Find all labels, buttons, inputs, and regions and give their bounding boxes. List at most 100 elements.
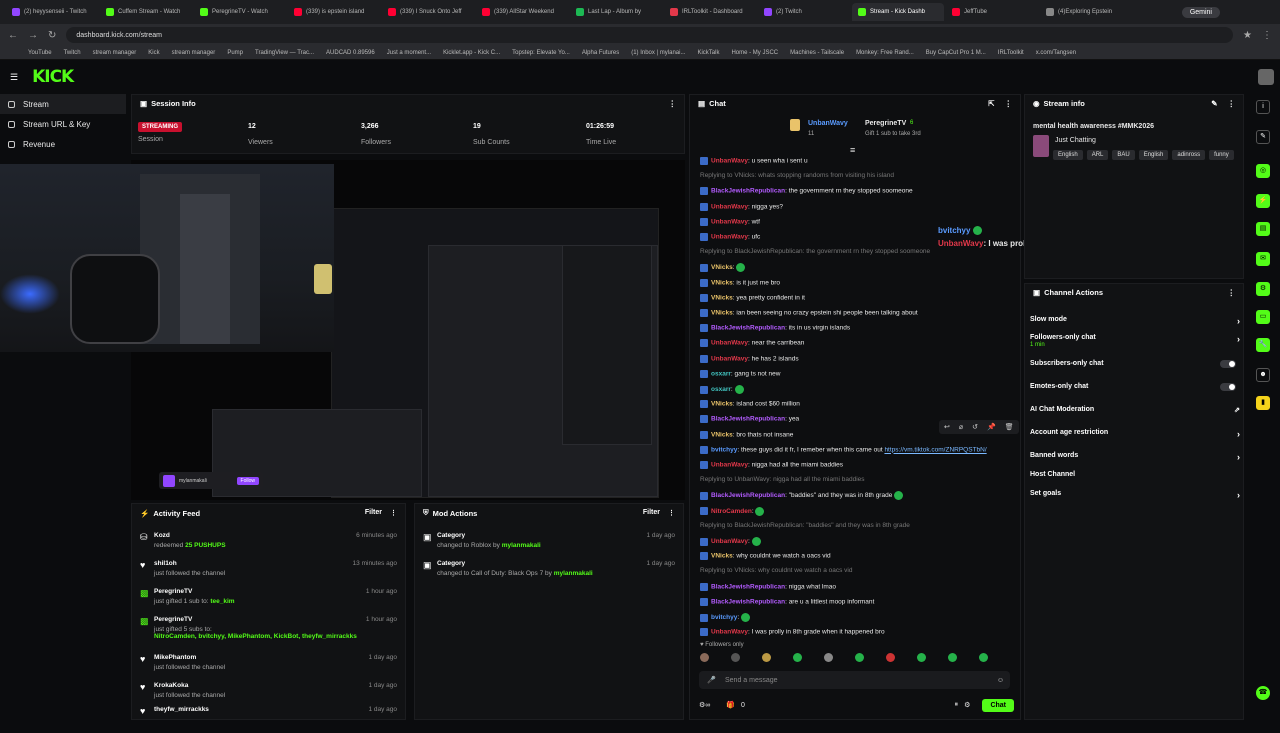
chat-username[interactable]: UnbanWavy bbox=[711, 234, 748, 241]
sidebar-item-revenue[interactable]: Revenue bbox=[0, 134, 126, 154]
sidebar-item-stream[interactable]: Stream bbox=[0, 94, 126, 114]
toggle-switch[interactable] bbox=[1220, 383, 1236, 391]
bookmark-item[interactable]: Home - My JSCC bbox=[731, 50, 778, 56]
more-options-icon[interactable]: ⋮ bbox=[1228, 288, 1236, 297]
chevron-right-icon[interactable]: › bbox=[1237, 490, 1240, 500]
more-options-icon[interactable]: ⋮ bbox=[390, 509, 397, 517]
chat-username[interactable]: bvitchyy bbox=[711, 614, 737, 621]
gift-icon[interactable]: 🎁 bbox=[726, 701, 735, 709]
bookmark-item[interactable]: Pump bbox=[227, 50, 243, 56]
chat-username[interactable]: BlackJewishRepublican bbox=[711, 583, 785, 590]
channel-action-ai-chat-moderation[interactable]: AI Chat Moderation ⇗ bbox=[1030, 406, 1240, 414]
bookmark-item[interactable]: stream manager bbox=[93, 50, 137, 56]
more-options-icon[interactable]: ⋮ bbox=[669, 99, 677, 108]
more-options-icon[interactable]: ⋮ bbox=[1228, 99, 1236, 108]
chat-username[interactable]: BlackJewishRepublican bbox=[711, 416, 785, 423]
browser-tab[interactable]: (4)Exploring Epstein bbox=[1040, 3, 1132, 21]
info-icon[interactable]: i bbox=[1256, 100, 1270, 114]
chat-username[interactable]: UnbanWavy bbox=[711, 340, 748, 347]
activity-user[interactable]: theyfw_mirrackks bbox=[154, 706, 209, 713]
more-options-icon[interactable]: ⋮ bbox=[668, 509, 675, 517]
bookmark-item[interactable]: Kick bbox=[148, 50, 159, 56]
activity-user[interactable]: KrokaKoka bbox=[154, 682, 188, 689]
activity-user[interactable]: Kozd bbox=[154, 532, 170, 539]
channel-action-account-age-restriction[interactable]: Account age restriction › bbox=[1030, 429, 1240, 439]
chat-username[interactable]: VNicks bbox=[711, 401, 733, 408]
bookmark-item[interactable]: AUDCAD 0.89596 bbox=[326, 50, 375, 56]
popout-icon[interactable]: ⇱ bbox=[988, 99, 994, 108]
browser-tab[interactable]: (2) Twitch bbox=[758, 3, 850, 21]
chat-username[interactable]: osxarr bbox=[711, 371, 731, 378]
bookmark-item[interactable]: Just a moment... bbox=[387, 50, 431, 56]
browser-tab[interactable]: (2) heyysenseii - Twitch bbox=[6, 3, 98, 21]
bookmark-item[interactable]: Machines - Tailscale bbox=[790, 50, 844, 56]
settings-emote-icon[interactable]: ⚙∞ bbox=[699, 701, 710, 709]
channel-action-subscribers-only-chat[interactable]: Subscribers-only chat bbox=[1030, 360, 1240, 368]
chat-username[interactable]: UnbanWavy bbox=[711, 355, 748, 362]
mod-filter-button[interactable]: Filter bbox=[643, 509, 660, 517]
lightning-icon[interactable]: ⚡ bbox=[1256, 194, 1270, 208]
browser-menu-icon[interactable]: ⋮ bbox=[1262, 30, 1272, 41]
bookmark-item[interactable]: Twitch bbox=[64, 50, 81, 56]
channel-action-host-channel[interactable]: Host Channel bbox=[1030, 471, 1240, 478]
emoji-icon[interactable]: ☺ bbox=[997, 677, 1004, 684]
chat-link[interactable]: https://vm.tiktok.com/ZNRPQSTbN/ bbox=[884, 447, 986, 454]
chevron-right-icon[interactable]: › bbox=[1237, 452, 1240, 462]
pin-icon[interactable]: 📌 bbox=[987, 423, 996, 431]
chat-username[interactable]: VNicks bbox=[711, 295, 733, 302]
sidebar-item-stream-url-key[interactable]: Stream URL & Key bbox=[0, 114, 126, 134]
activity-filter-button[interactable]: Filter bbox=[365, 509, 382, 517]
chat-username[interactable]: UnbanWavy bbox=[711, 538, 748, 545]
chat-username[interactable]: UnbanWavy bbox=[711, 158, 748, 165]
browser-tab[interactable]: Cuffem Stream - Watch bbox=[100, 3, 192, 21]
bookmark-item[interactable]: Topstep: Elevate Yo... bbox=[512, 50, 570, 56]
chat-username[interactable]: osxarr bbox=[711, 386, 731, 393]
chevron-right-icon[interactable]: › bbox=[1237, 334, 1240, 344]
chat-username[interactable]: bvitchyy bbox=[711, 447, 737, 454]
channel-action-followers-only-chat[interactable]: Followers-only chat 1 min › bbox=[1030, 334, 1240, 348]
chat-username[interactable]: VNicks bbox=[711, 310, 733, 317]
channel-action-emotes-only-chat[interactable]: Emotes-only chat bbox=[1030, 383, 1240, 391]
bookmark-star-icon[interactable]: ★ bbox=[1243, 30, 1252, 41]
chat-username[interactable]: UnbanWavy bbox=[711, 462, 748, 469]
mic-icon[interactable]: 🎤 bbox=[707, 676, 716, 684]
bookmark-item[interactable]: KickTalk bbox=[697, 50, 719, 56]
bookmark-item[interactable]: Buy CapCut Pro 1 M... bbox=[926, 50, 986, 56]
activity-user[interactable]: MikePhantom bbox=[154, 654, 196, 661]
reload-icon[interactable]: ↻ bbox=[48, 30, 56, 41]
browser-tab[interactable]: JeffTube bbox=[946, 3, 1038, 21]
bookmark-item[interactable]: x.com/Tangsen bbox=[1036, 50, 1076, 56]
browser-tab[interactable]: Last Lap - Album by bbox=[570, 3, 662, 21]
chat-username[interactable]: VNicks bbox=[711, 553, 733, 560]
back-icon[interactable]: ← bbox=[8, 30, 18, 41]
chevron-right-icon[interactable]: › bbox=[1237, 316, 1240, 326]
external-link-icon[interactable]: ⇗ bbox=[1234, 406, 1240, 414]
screen-icon[interactable]: ▭ bbox=[1256, 310, 1270, 324]
browser-tab[interactable]: (339) AllStar Weekend bbox=[476, 3, 568, 21]
chat-settings-icon[interactable]: ⚙ bbox=[964, 701, 970, 709]
chat-username[interactable]: VNicks bbox=[711, 265, 733, 272]
bookmark-icon[interactable]: ▮ bbox=[1256, 396, 1270, 410]
chat-username[interactable]: BlackJewishRepublican bbox=[711, 325, 785, 332]
forward-icon[interactable]: → bbox=[28, 30, 38, 41]
hamburger-menu-icon[interactable]: ☰ bbox=[10, 72, 18, 83]
bookmark-item[interactable]: YouTube bbox=[28, 50, 52, 56]
browser-tab[interactable]: PeregrineTV - Watch bbox=[194, 3, 286, 21]
browser-tab[interactable]: IRLToolkit - Dashboard bbox=[664, 3, 756, 21]
reply-icon[interactable]: ↩ bbox=[944, 423, 950, 431]
browser-tab[interactable]: Stream - Kick Dashb bbox=[852, 3, 944, 21]
delete-icon[interactable]: 🗑 bbox=[1005, 423, 1014, 431]
activity-user[interactable]: shil1oh bbox=[154, 560, 177, 567]
channel-action-slow-mode[interactable]: Slow mode › bbox=[1030, 316, 1240, 326]
browser-tab[interactable]: (339) is epstein island bbox=[288, 3, 380, 21]
bookmark-item[interactable]: IRLToolkit bbox=[998, 50, 1024, 56]
gemini-button[interactable]: Gemini bbox=[1181, 6, 1220, 18]
address-input[interactable]: dashboard.kick.com/stream bbox=[66, 27, 1234, 43]
users-icon[interactable]: ☻ bbox=[1256, 368, 1270, 382]
chevron-right-icon[interactable]: › bbox=[1237, 429, 1240, 439]
pause-icon[interactable]: ⏸ bbox=[955, 701, 959, 709]
avatar[interactable] bbox=[1258, 69, 1274, 85]
follow-button[interactable]: Follow bbox=[236, 476, 259, 485]
bookmark-item[interactable]: TradingView — Trac... bbox=[255, 50, 314, 56]
edit-icon[interactable]: ✎ bbox=[1211, 99, 1217, 108]
